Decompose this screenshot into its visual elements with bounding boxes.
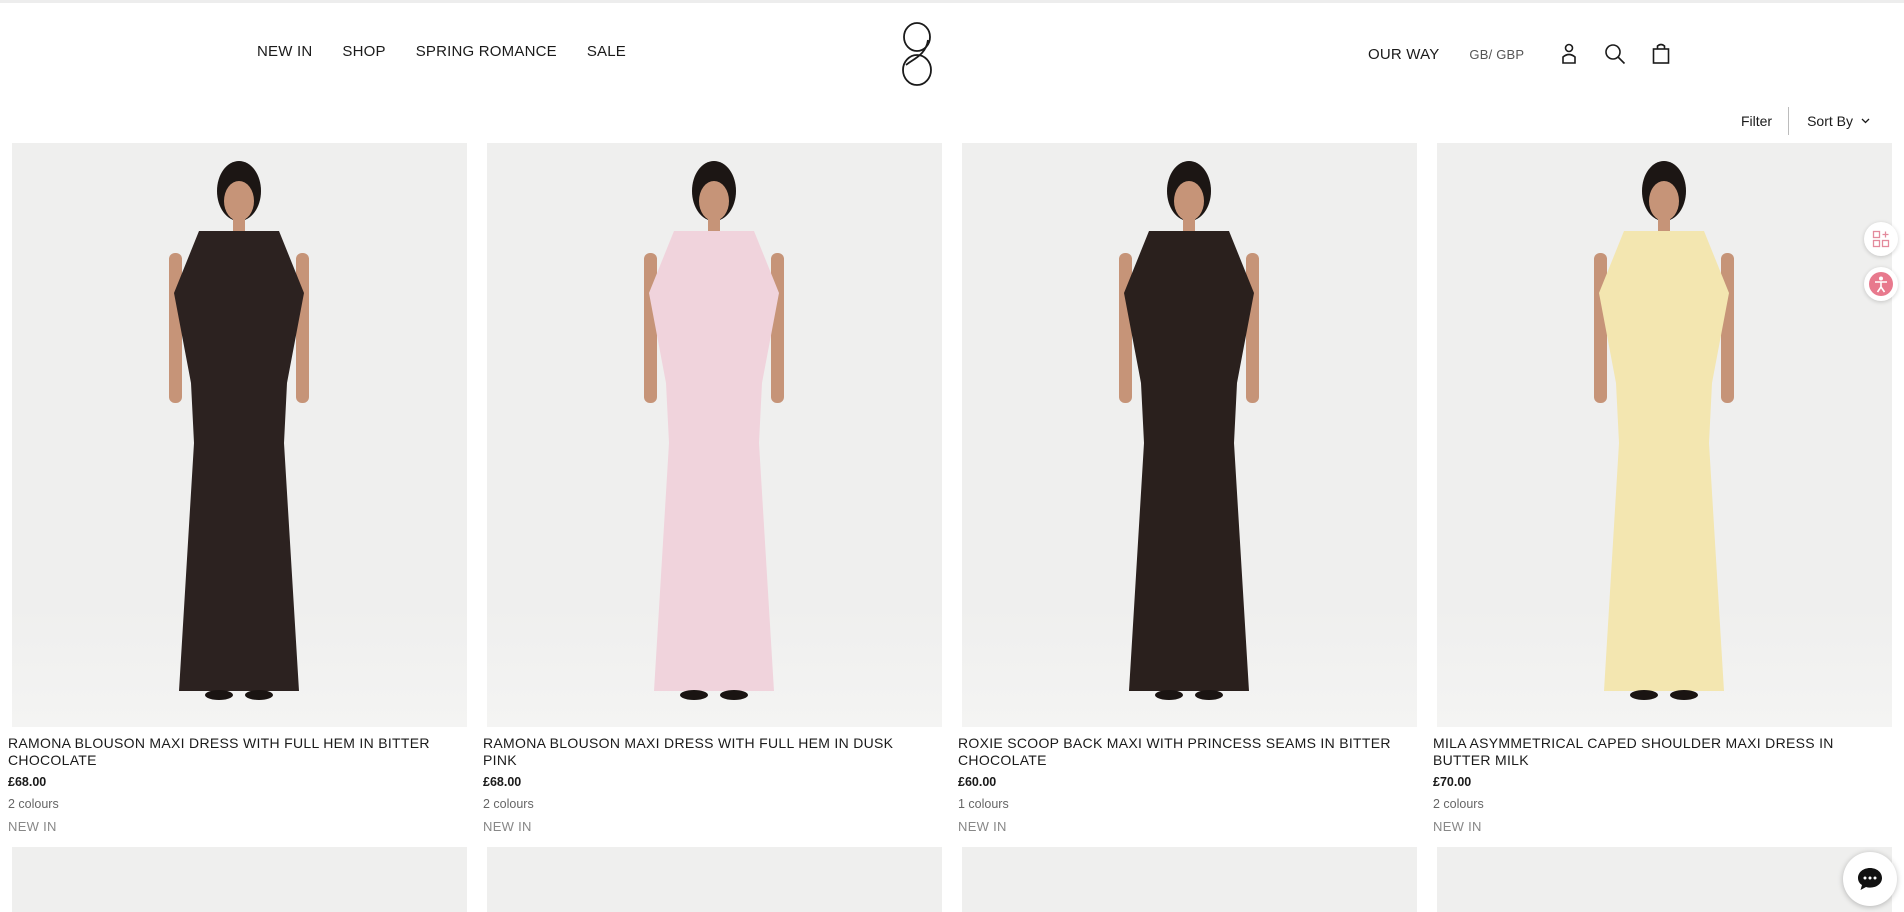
- brand-logo[interactable]: [893, 15, 941, 91]
- product-name[interactable]: RAMONA BLOUSON MAXI DRESS WITH FULL HEM …: [8, 735, 448, 769]
- nav-sale[interactable]: SALE: [587, 43, 626, 60]
- secondary-nav: OUR WAY GB/ GBP: [1368, 41, 1694, 67]
- account-icon[interactable]: [1556, 41, 1582, 67]
- listing-toolbar: Filter Sort By: [1741, 105, 1870, 137]
- product-price: £70.00: [1433, 775, 1472, 789]
- filter-button[interactable]: Filter: [1741, 113, 1788, 129]
- product-tag: NEW IN: [1433, 819, 1482, 834]
- product-image-row2[interactable]: [487, 847, 942, 912]
- model-illustration: [1594, 161, 1734, 700]
- model-illustration: [644, 161, 784, 700]
- sort-button[interactable]: Sort By: [1789, 113, 1870, 129]
- product-price: £68.00: [483, 775, 522, 789]
- accessibility-icon[interactable]: [1864, 267, 1898, 301]
- nav-spring-romance[interactable]: SPRING ROMANCE: [416, 43, 557, 60]
- nav-new-in[interactable]: NEW IN: [257, 43, 312, 60]
- model-illustration: [169, 161, 309, 700]
- product-tag: NEW IN: [8, 819, 57, 834]
- product-colours: 2 colours: [8, 797, 59, 811]
- sort-label: Sort By: [1807, 113, 1853, 129]
- product-tag: NEW IN: [483, 819, 532, 834]
- product-colours: 2 colours: [1433, 797, 1484, 811]
- product-image[interactable]: [1437, 143, 1892, 727]
- apps-icon[interactable]: [1864, 222, 1898, 256]
- chevron-down-icon: [1861, 118, 1870, 124]
- product-image-row2[interactable]: [962, 847, 1417, 912]
- currency-selector[interactable]: GB/ GBP: [1469, 47, 1524, 62]
- product-image[interactable]: [487, 143, 942, 727]
- primary-nav: NEW IN SHOP SPRING ROMANCE SALE: [257, 43, 626, 60]
- product-name[interactable]: ROXIE SCOOP BACK MAXI WITH PRINCESS SEAM…: [958, 735, 1398, 769]
- product-image-row2[interactable]: [12, 847, 467, 912]
- product-tag: NEW IN: [958, 819, 1007, 834]
- model-illustration: [1119, 161, 1259, 700]
- product-price: £68.00: [8, 775, 47, 789]
- bag-icon[interactable]: [1648, 41, 1674, 67]
- search-icon[interactable]: [1602, 41, 1628, 67]
- product-name[interactable]: RAMONA BLOUSON MAXI DRESS WITH FULL HEM …: [483, 735, 923, 769]
- chat-icon[interactable]: [1843, 852, 1897, 906]
- product-price: £60.00: [958, 775, 997, 789]
- product-name[interactable]: MILA ASYMMETRICAL CAPED SHOULDER MAXI DR…: [1433, 735, 1873, 769]
- product-colours: 2 colours: [483, 797, 534, 811]
- product-image[interactable]: [12, 143, 467, 727]
- nav-shop[interactable]: SHOP: [342, 43, 385, 60]
- product-image[interactable]: [962, 143, 1417, 727]
- product-colours: 1 colours: [958, 797, 1009, 811]
- product-image-row2[interactable]: [1437, 847, 1892, 912]
- brand-logo-icon: [902, 22, 932, 86]
- nav-our-way[interactable]: OUR WAY: [1368, 46, 1439, 63]
- site-header: NEW IN SHOP SPRING ROMANCE SALE OUR WAY …: [0, 3, 1904, 103]
